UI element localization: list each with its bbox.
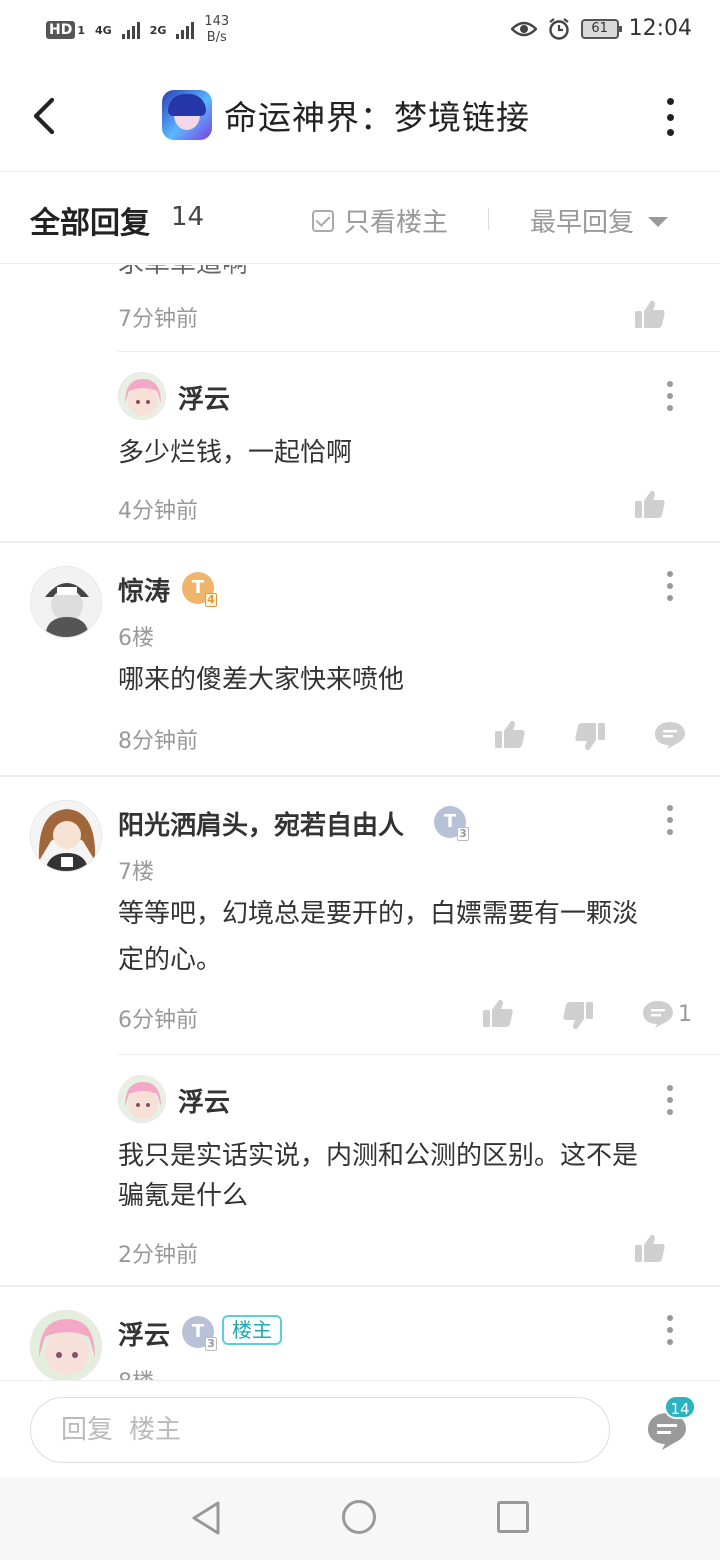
- level-badge-text: T: [191, 577, 205, 598]
- network-speed: 143 B/s: [204, 14, 229, 46]
- clock: 12:04: [628, 16, 692, 41]
- author-name[interactable]: 浮云: [178, 379, 230, 416]
- divider: [488, 208, 489, 230]
- comment-count: 1: [678, 1002, 692, 1027]
- more-options-icon[interactable]: [664, 98, 676, 136]
- signal-icon-2: [176, 21, 195, 39]
- alarm-icon: [548, 17, 569, 40]
- sort-label: 最早回复: [530, 208, 635, 238]
- network-type-2: 2G: [149, 23, 167, 37]
- top-app-bar: 命运神界：梦境链接: [0, 62, 720, 172]
- nav-back-icon[interactable]: [190, 1500, 222, 1536]
- like-icon[interactable]: [634, 1233, 666, 1263]
- reply-text: 多少烂钱，一起恰啊: [118, 438, 353, 468]
- comment-count-badge: 14: [664, 1395, 696, 1419]
- reply-time: 2分钟前: [118, 1243, 198, 1268]
- partial-reply-text: 求草草道啊: [118, 265, 248, 285]
- sort-dropdown[interactable]: 最早回复: [530, 202, 669, 239]
- like-icon[interactable]: [634, 299, 666, 329]
- post-separator: [0, 541, 720, 543]
- reply-count: 14: [171, 202, 205, 232]
- battery-icon: 61: [580, 18, 622, 39]
- owner-tag: 楼主: [222, 1315, 282, 1345]
- post-text-line-2: 定的心。: [118, 945, 223, 975]
- speed-unit: B/s: [206, 30, 227, 45]
- post-text: 哪来的傻差大家快来喷他: [118, 665, 405, 695]
- sim-slot-indicator: 1: [77, 23, 85, 37]
- reply-time: 4分钟前: [118, 499, 198, 524]
- checkbox-icon: [312, 209, 334, 232]
- more-options-icon[interactable]: [665, 805, 675, 835]
- like-icon[interactable]: [494, 719, 526, 749]
- only-owner-toggle[interactable]: 只看楼主: [312, 202, 448, 239]
- reply-bar: 回复 楼主 14: [0, 1380, 720, 1478]
- post-separator: [0, 775, 720, 777]
- level-badge: T4: [182, 572, 217, 607]
- author-name[interactable]: 阳光洒肩头，宛若自由人: [118, 805, 404, 842]
- reply-placeholder-target: 楼主: [129, 1415, 182, 1445]
- divider: [118, 1054, 720, 1055]
- floor-number: 8楼: [118, 1364, 154, 1380]
- back-arrow-icon[interactable]: [26, 92, 66, 140]
- reply-placeholder-verb: 回复: [61, 1415, 114, 1445]
- game-app-icon: [162, 90, 212, 140]
- eye-icon: [510, 21, 537, 36]
- divider: [118, 351, 720, 352]
- dislike-icon[interactable]: [562, 1001, 594, 1031]
- reply-feed[interactable]: 求草草道啊 7分钟前 浮云 多少烂钱，一起恰啊 4分钟前 惊涛 T4 6楼 哪来…: [0, 265, 720, 1380]
- reply-time: 7分钟前: [118, 307, 198, 332]
- level-badge: T3: [182, 1316, 217, 1351]
- nav-recents-icon[interactable]: [497, 1501, 529, 1533]
- forum-title-group[interactable]: 命运神界：梦境链接: [162, 90, 530, 140]
- floor-number: 7楼: [118, 860, 154, 885]
- system-navigation-bar: [0, 1478, 720, 1560]
- more-options-icon[interactable]: [665, 1085, 675, 1115]
- like-icon[interactable]: [634, 489, 666, 519]
- more-options-icon[interactable]: [665, 571, 675, 601]
- more-options-icon[interactable]: [665, 1315, 675, 1345]
- signal-icon: [121, 21, 140, 39]
- author-name[interactable]: 浮云: [118, 1315, 170, 1352]
- speed-value: 143: [204, 14, 230, 29]
- comment-icon[interactable]: [654, 720, 686, 750]
- avatar[interactable]: [30, 566, 102, 638]
- level-badge-text: T: [191, 1321, 205, 1342]
- author-name[interactable]: 惊涛: [118, 571, 170, 608]
- avatar[interactable]: [30, 800, 102, 872]
- post-text-line-1: 等等吧，幻境总是要开的，白嫖需要有一颗淡: [118, 899, 639, 929]
- comment-icon[interactable]: [642, 999, 674, 1029]
- post-separator: [0, 1285, 720, 1287]
- network-type-1: 4G: [95, 23, 112, 37]
- author-name[interactable]: 浮云: [178, 1082, 230, 1119]
- all-replies-heading: 全部回复: [30, 206, 150, 241]
- floor-number: 6楼: [118, 626, 154, 651]
- reply-text-line-1: 我只是实话实说，内测和公测的区别。这不是: [118, 1141, 639, 1171]
- caret-down-icon: [648, 216, 669, 227]
- like-icon[interactable]: [482, 998, 514, 1028]
- avatar[interactable]: [118, 1075, 166, 1123]
- post-time: 8分钟前: [118, 729, 198, 754]
- page-title: 命运神界：梦境链接: [224, 98, 530, 137]
- post-time: 6分钟前: [118, 1008, 198, 1033]
- only-owner-label: 只看楼主: [344, 208, 449, 238]
- reply-filter-bar: 全部回复 14 只看楼主 最早回复: [0, 172, 720, 264]
- level-badge-text: T: [443, 811, 457, 832]
- more-options-icon[interactable]: [665, 381, 675, 411]
- avatar[interactable]: [118, 372, 166, 420]
- hd-indicator: HD: [46, 21, 76, 39]
- level-badge: T3: [434, 806, 469, 841]
- dislike-icon[interactable]: [574, 722, 606, 752]
- status-bar: HD 1 4G 2G 143 B/s 61 12:04: [0, 0, 720, 62]
- reply-text-line-2: 骗氪是什么: [118, 1181, 249, 1211]
- reply-input[interactable]: 回复 楼主: [30, 1397, 610, 1463]
- avatar[interactable]: [30, 1310, 102, 1380]
- nav-home-icon[interactable]: [342, 1500, 376, 1534]
